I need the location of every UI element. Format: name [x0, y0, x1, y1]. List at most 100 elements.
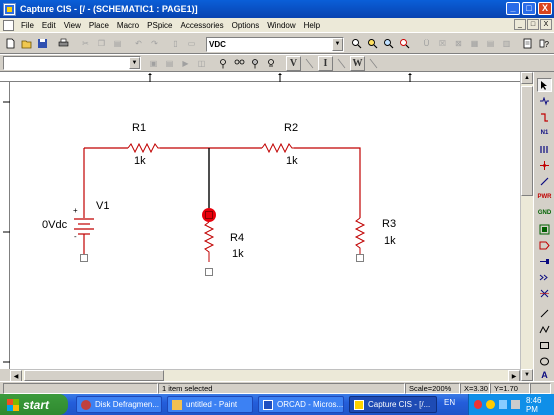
doc-minimize-button[interactable]: _ — [514, 19, 526, 30]
menu-accessories[interactable]: Accessories — [177, 21, 228, 30]
place-ellipse-icon[interactable] — [537, 354, 552, 368]
place-power-icon[interactable]: PWR — [537, 190, 552, 204]
undo-icon[interactable]: ↶ — [131, 36, 146, 51]
menu-file[interactable]: File — [17, 21, 38, 30]
redo-icon[interactable]: ↷ — [147, 36, 162, 51]
netlist-icon[interactable]: ⊠ — [451, 36, 466, 51]
part-combo[interactable]: VDC ▼ — [206, 37, 344, 52]
voltage-marker-icon[interactable] — [216, 56, 231, 71]
bias-current-toggle-icon[interactable] — [334, 56, 349, 71]
menu-macro[interactable]: Macro — [113, 21, 143, 30]
chevron-down-icon[interactable]: ▼ — [332, 38, 343, 51]
bias-power-button[interactable]: W — [350, 56, 365, 71]
drc-icon[interactable]: ☒ — [435, 36, 450, 51]
doc-restore-button[interactable]: □ — [527, 19, 539, 30]
scope-combo[interactable]: ▼ — [3, 56, 141, 70]
taskbar-button-capture-cis[interactable]: Capture CIS - [/... — [349, 396, 437, 413]
chevron-down-icon[interactable]: ▼ — [129, 57, 140, 69]
place-bus-entry-icon[interactable] — [537, 174, 552, 188]
split-view-icon[interactable]: ▯ — [168, 36, 183, 51]
language-indicator[interactable]: EN — [444, 398, 455, 407]
zoom-area-icon[interactable] — [381, 36, 396, 51]
security-tray-icon[interactable] — [474, 400, 483, 409]
place-part-icon[interactable] — [537, 94, 552, 108]
horizontal-scrollbar[interactable]: ◀ ▶ — [10, 369, 520, 382]
power-marker-icon[interactable] — [264, 56, 279, 71]
schematic-canvas[interactable]: R1 1k R2 1k R3 1k R4 1k V1 0Vdc + - — [10, 82, 520, 369]
copy-icon[interactable]: ❐ — [94, 36, 109, 51]
volume-tray-icon[interactable] — [511, 400, 520, 409]
v1-value[interactable]: 0Vdc — [42, 219, 67, 231]
r3-value[interactable]: 1k — [384, 235, 396, 247]
close-button[interactable]: X — [538, 2, 552, 15]
print-icon[interactable] — [56, 36, 71, 51]
r1-value[interactable]: 1k — [134, 155, 146, 167]
pspice-view-icon[interactable]: ◫ — [194, 56, 209, 71]
minimize-button[interactable]: _ — [506, 2, 520, 15]
open-icon[interactable] — [19, 36, 34, 51]
place-bus-icon[interactable] — [537, 142, 552, 156]
vertical-scrollbar[interactable]: ▲ ▼ — [520, 72, 533, 381]
taskbar-button-orcad-word[interactable]: ORCAD - Micros... — [258, 396, 344, 413]
pspice-new-profile-icon[interactable]: ▣ — [146, 56, 161, 71]
project-icon[interactable] — [520, 36, 535, 51]
v1-refdes[interactable]: V1 — [96, 200, 109, 212]
r2-value[interactable]: 1k — [286, 155, 298, 167]
maximize-button[interactable]: □ — [522, 2, 536, 15]
snap-grid-icon[interactable]: ▥ — [499, 36, 514, 51]
r4-refdes[interactable]: R4 — [230, 232, 244, 244]
annotate-icon[interactable]: Ü — [419, 36, 434, 51]
menu-pspice[interactable]: PSpice — [143, 21, 176, 30]
place-text-icon[interactable]: A — [537, 368, 552, 382]
document-icon[interactable] — [3, 19, 14, 31]
vertical-scroll-thumb[interactable] — [521, 86, 533, 196]
menu-options[interactable]: Options — [228, 21, 264, 30]
start-button[interactable]: start — [0, 394, 68, 415]
tile-view-icon[interactable]: ▭ — [184, 36, 199, 51]
scroll-down-arrow-icon[interactable]: ▼ — [521, 369, 533, 381]
bias-current-button[interactable]: I — [318, 56, 333, 71]
taskbar-button-paint[interactable]: untitled - Paint — [167, 396, 253, 413]
menu-view[interactable]: View — [60, 21, 85, 30]
current-marker-icon[interactable] — [248, 56, 263, 71]
menu-help[interactable]: Help — [300, 21, 324, 30]
bias-power-toggle-icon[interactable] — [366, 56, 381, 71]
place-rectangle-icon[interactable] — [537, 338, 552, 352]
pspice-edit-profile-icon[interactable]: ▤ — [162, 56, 177, 71]
place-hierarchical-block-icon[interactable] — [537, 222, 552, 236]
menu-place[interactable]: Place — [85, 21, 113, 30]
taskbar-button-disk-defragmenter[interactable]: Disk Defragmen... — [76, 396, 162, 413]
place-no-connect-icon[interactable] — [537, 286, 552, 300]
bias-voltage-toggle-icon[interactable] — [302, 56, 317, 71]
zoom-in-icon[interactable] — [349, 36, 364, 51]
help-icon[interactable]: ? — [537, 36, 552, 51]
place-junction-icon[interactable] — [537, 158, 552, 172]
capture-app-icon[interactable] — [3, 2, 16, 16]
new-icon[interactable] — [3, 36, 18, 51]
bom-icon[interactable]: ▤ — [483, 36, 498, 51]
doc-close-button[interactable]: X — [540, 19, 552, 30]
menu-window[interactable]: Window — [263, 21, 299, 30]
place-wire-icon[interactable] — [537, 110, 552, 124]
r1-refdes[interactable]: R1 — [132, 122, 146, 134]
size-grip[interactable] — [530, 383, 551, 394]
network-tray-icon[interactable] — [498, 400, 508, 409]
place-net-alias-icon[interactable]: N1 — [537, 126, 552, 140]
horizontal-scroll-thumb[interactable] — [24, 370, 164, 381]
place-port-icon[interactable] — [537, 238, 552, 252]
place-polyline-icon[interactable] — [537, 322, 552, 336]
bias-voltage-button[interactable]: V — [286, 56, 301, 71]
r3-refdes[interactable]: R3 — [382, 218, 396, 230]
menu-edit[interactable]: Edit — [38, 21, 60, 30]
cut-icon[interactable]: ✂ — [78, 36, 93, 51]
save-icon[interactable] — [35, 36, 50, 51]
shield-tray-icon[interactable] — [486, 400, 495, 409]
zoom-out-icon[interactable] — [365, 36, 380, 51]
zoom-all-icon[interactable] — [397, 36, 412, 51]
paste-icon[interactable]: ▤ — [110, 36, 125, 51]
place-ground-icon[interactable]: GND — [537, 206, 552, 220]
diff-marker-icon[interactable] — [232, 56, 247, 71]
place-pin-icon[interactable] — [537, 254, 552, 268]
place-line-icon[interactable] — [537, 306, 552, 320]
scroll-up-arrow-icon[interactable]: ▲ — [521, 72, 533, 84]
